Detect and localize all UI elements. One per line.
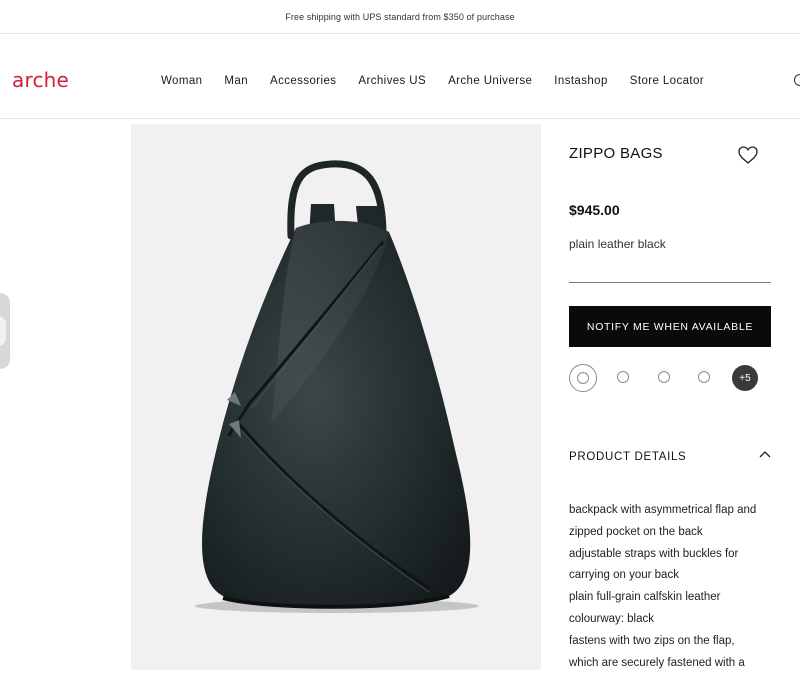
details-line: which are securely fastened with a — [569, 656, 745, 669]
product-image[interactable] — [131, 124, 541, 670]
product-details-list: backpack with asymmetrical flap and zipp… — [569, 500, 784, 674]
product-details-toggle[interactable]: PRODUCT DETAILS — [569, 447, 771, 463]
announcement-bar: Free shipping with UPS standard from $35… — [0, 0, 800, 34]
details-line: adjustable straps with buckles for — [569, 547, 739, 560]
details-line: plain full-grain calfskin leather — [569, 591, 721, 604]
side-scroll-handle-inner — [0, 316, 6, 346]
nav-item-store-locator[interactable]: Store Locator — [630, 75, 704, 87]
backpack-image — [195, 160, 479, 613]
site-header: arche Woman Man Accessories Archives US … — [0, 34, 800, 119]
main-nav: Woman Man Accessories Archives US Arche … — [161, 75, 726, 87]
swatch-selected[interactable] — [569, 364, 597, 392]
swatch-2[interactable] — [617, 371, 629, 383]
search-icon[interactable] — [794, 74, 800, 86]
details-line: backpack with asymmetrical flap and — [569, 504, 757, 516]
color-swatches: +5 — [569, 364, 771, 392]
details-line: colourway: black — [569, 612, 655, 625]
product-details-label: PRODUCT DETAILS — [569, 451, 687, 463]
more-colors-button[interactable]: +5 — [732, 365, 758, 391]
product-title: ZIPPO BAGS — [569, 145, 663, 162]
swatch-selected-dot — [577, 372, 589, 384]
nav-item-woman[interactable]: Woman — [161, 75, 202, 87]
details-line: carrying on your back — [569, 569, 679, 582]
heart-icon[interactable] — [737, 145, 759, 165]
notify-me-button[interactable]: NOTIFY ME WHEN AVAILABLE — [569, 306, 771, 347]
nav-item-arche-universe[interactable]: Arche Universe — [448, 75, 532, 87]
chevron-up-icon — [759, 451, 771, 458]
brand-logo[interactable]: arche — [12, 68, 69, 92]
details-line: fastens with two zips on the flap, — [569, 634, 735, 647]
swatch-4[interactable] — [698, 371, 710, 383]
details-line: zipped pocket on the back — [569, 525, 703, 538]
product-price: $945.00 — [569, 202, 620, 218]
nav-item-man[interactable]: Man — [224, 75, 248, 87]
nav-item-accessories[interactable]: Accessories — [270, 75, 336, 87]
swatch-3[interactable] — [658, 371, 670, 383]
product-colour-name: plain leather black — [569, 237, 666, 251]
divider — [569, 282, 771, 283]
announcement-text: Free shipping with UPS standard from $35… — [285, 11, 515, 22]
nav-item-archives-us[interactable]: Archives US — [358, 75, 426, 87]
nav-item-instashop[interactable]: Instashop — [554, 75, 607, 87]
